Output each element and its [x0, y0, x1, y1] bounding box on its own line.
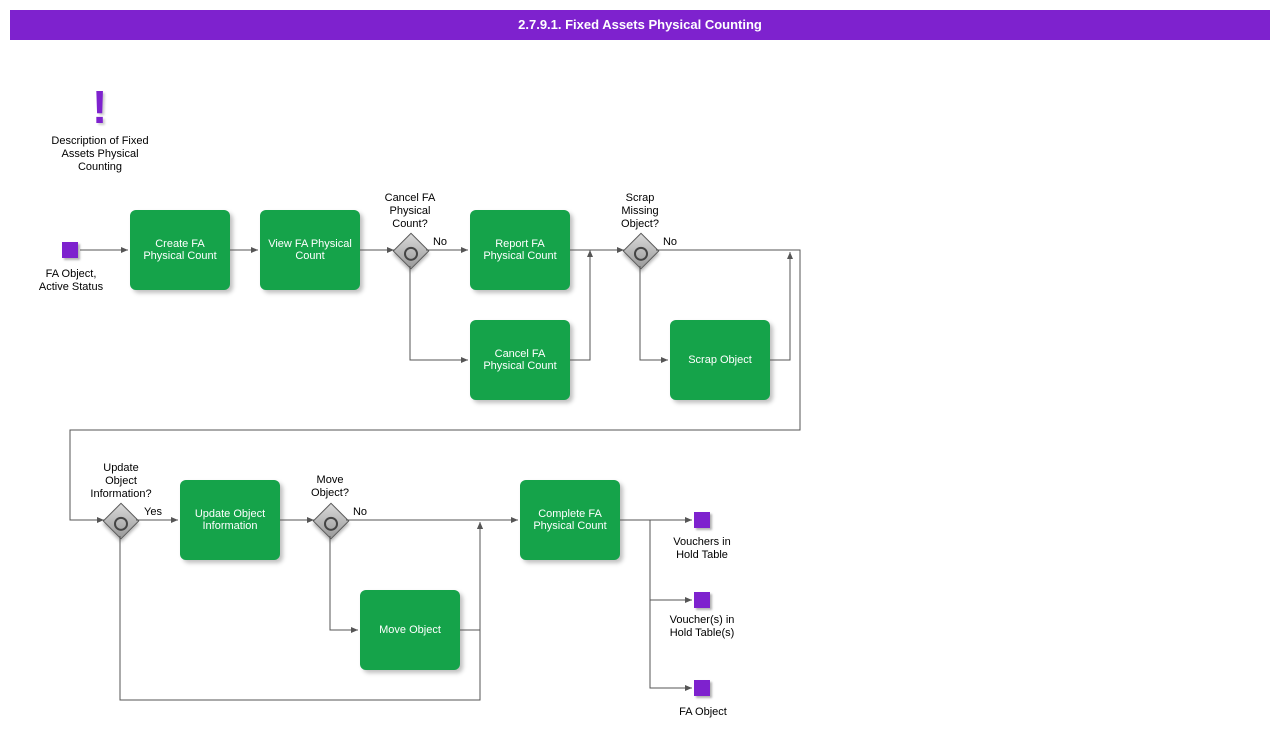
task-report-label: Report FA Physical Count	[476, 238, 564, 262]
page-title: 2.7.9.1. Fixed Assets Physical Counting	[10, 10, 1270, 40]
gateway-update-yes: Yes	[140, 506, 166, 519]
gateway-scrap-no: No	[658, 236, 682, 249]
task-scrap-label: Scrap Object	[688, 354, 752, 366]
gateway-move	[313, 503, 350, 540]
connectors	[0, 0, 1280, 741]
task-complete[interactable]: Complete FA Physical Count	[520, 480, 620, 560]
gateway-move-no: No	[348, 506, 372, 519]
task-view[interactable]: View FA Physical Count	[260, 210, 360, 290]
gateway-update	[103, 503, 140, 540]
note-text: Description of Fixed Assets Physical Cou…	[40, 135, 160, 175]
end-faobject	[694, 680, 710, 696]
end-faobject-label: FA Object	[668, 706, 738, 719]
gateway-scrap-question: Scrap Missing Object?	[610, 192, 670, 232]
end-vouchers2-label: Voucher(s) in Hold Table(s)	[666, 614, 738, 640]
task-report[interactable]: Report FA Physical Count	[470, 210, 570, 290]
task-move[interactable]: Move Object	[360, 590, 460, 670]
task-cancel[interactable]: Cancel FA Physical Count	[470, 320, 570, 400]
start-event	[62, 242, 78, 258]
task-complete-label: Complete FA Physical Count	[526, 508, 614, 532]
end-vouchers1	[694, 512, 710, 528]
exclamation-icon: !	[92, 80, 107, 134]
start-label: FA Object, Active Status	[38, 268, 104, 294]
task-move-label: Move Object	[379, 624, 441, 636]
gateway-update-question: Update Object Information?	[86, 462, 156, 502]
task-update-label: Update Object Information	[186, 508, 274, 532]
task-view-label: View FA Physical Count	[266, 238, 354, 262]
end-vouchers1-label: Vouchers in Hold Table	[666, 536, 738, 562]
end-vouchers2	[694, 592, 710, 608]
gateway-cancel-question: Cancel FA Physical Count?	[378, 192, 442, 232]
gateway-move-question: Move Object?	[302, 474, 358, 500]
task-update[interactable]: Update Object Information	[180, 480, 280, 560]
gateway-cancel	[393, 233, 430, 270]
gateway-cancel-no: No	[428, 236, 452, 249]
task-create-label: Create FA Physical Count	[136, 238, 224, 262]
gateway-scrap	[623, 233, 660, 270]
task-scrap[interactable]: Scrap Object	[670, 320, 770, 400]
task-create[interactable]: Create FA Physical Count	[130, 210, 230, 290]
task-cancel-label: Cancel FA Physical Count	[476, 348, 564, 372]
diagram-canvas: 2.7.9.1. Fixed Assets Physical Counting …	[0, 0, 1280, 741]
